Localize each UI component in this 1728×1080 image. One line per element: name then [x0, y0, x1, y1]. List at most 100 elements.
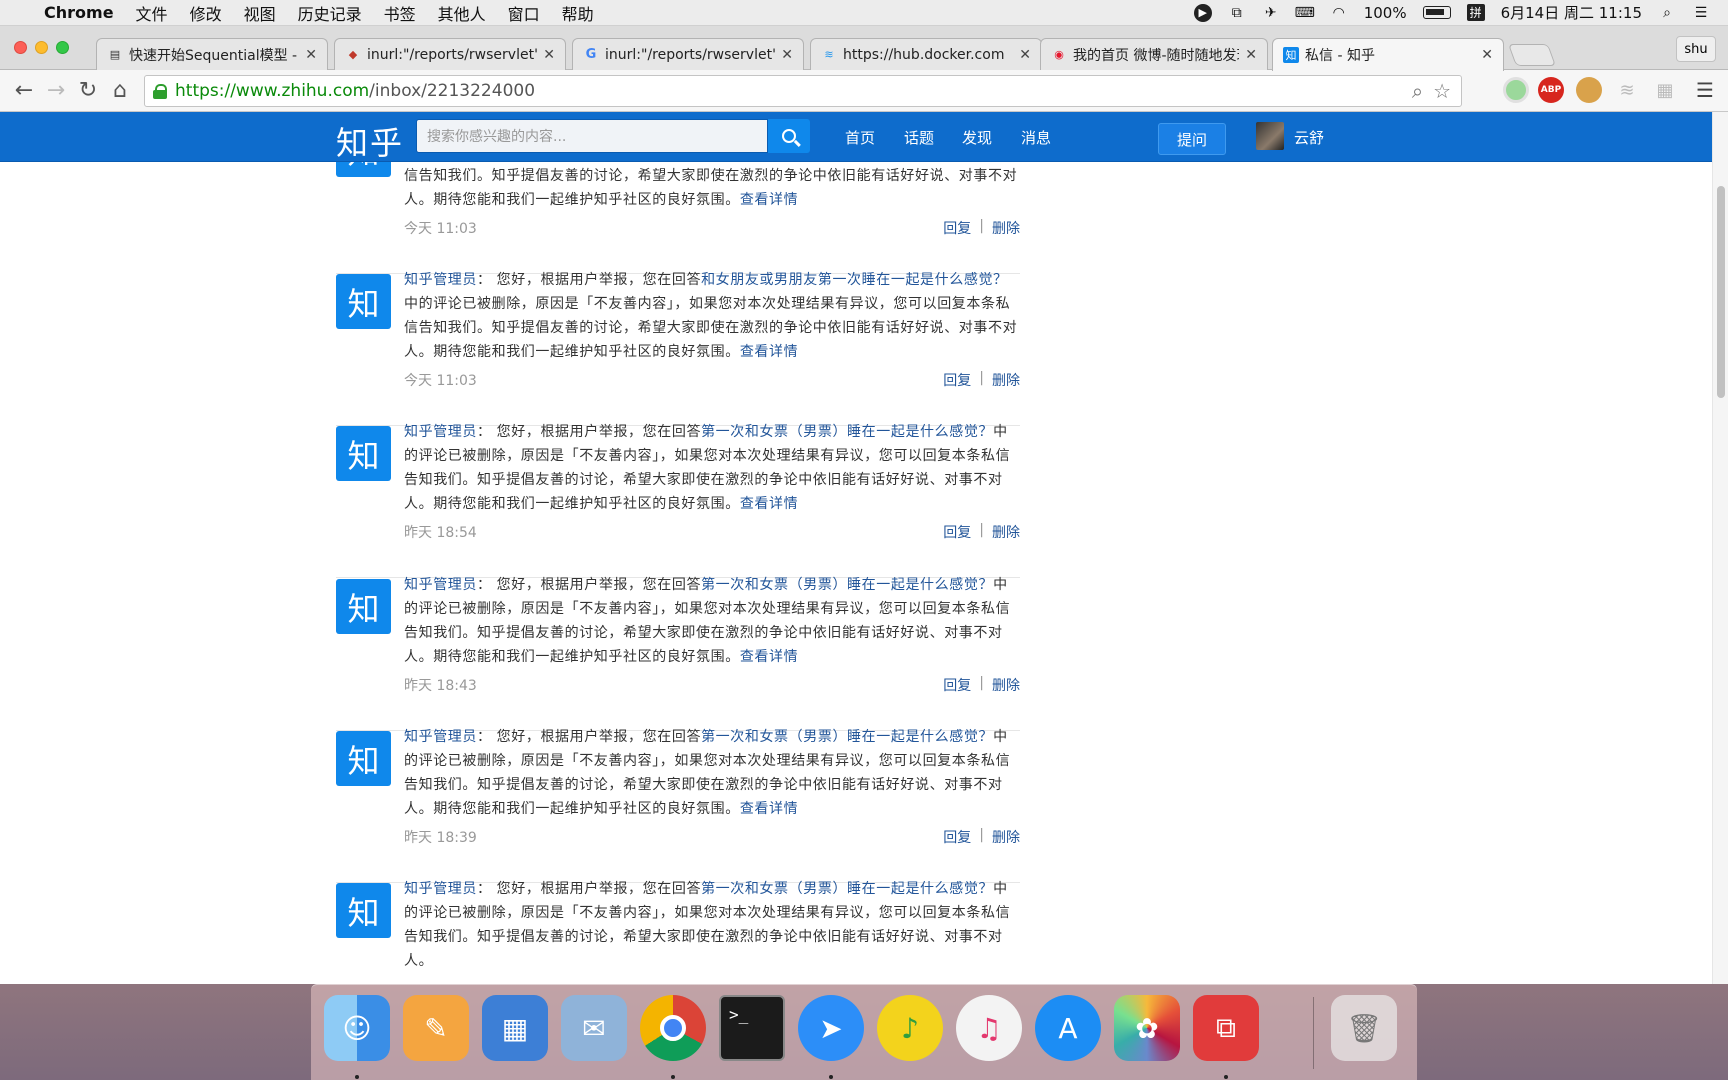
- wifi-icon[interactable]: ◠: [1330, 5, 1348, 21]
- question-link[interactable]: 第一次和女票（男票）睡在一起是什么感觉？: [701, 729, 993, 745]
- delete-link[interactable]: 删除: [992, 370, 1020, 390]
- sender-link[interactable]: 知乎管理员: [404, 424, 477, 440]
- chrome-icon[interactable]: [640, 995, 706, 1061]
- app-store-icon[interactable]: A: [1035, 995, 1101, 1061]
- delete-link[interactable]: 删除: [992, 827, 1020, 847]
- mail-icon[interactable]: ✉: [561, 995, 627, 1061]
- menu-people[interactable]: 其他人: [438, 1, 486, 25]
- bartender-icon[interactable]: ▶: [1193, 3, 1212, 22]
- reply-link[interactable]: 回复: [943, 827, 971, 847]
- scrollbar[interactable]: [1712, 112, 1728, 984]
- menu-bookmarks[interactable]: 书签: [384, 1, 416, 25]
- reply-link[interactable]: 回复: [943, 370, 971, 390]
- input-method-icon[interactable]: 拼: [1466, 4, 1485, 21]
- view-details-link[interactable]: 查看详情: [740, 649, 798, 665]
- avatar[interactable]: 知: [336, 883, 391, 938]
- new-tab-button[interactable]: [1507, 44, 1557, 66]
- close-tab-icon[interactable]: ✕: [781, 47, 793, 63]
- bookmark-star-icon[interactable]: ☆: [1433, 79, 1451, 103]
- close-tab-icon[interactable]: ✕: [1019, 47, 1031, 63]
- menu-file[interactable]: 文件: [136, 1, 168, 25]
- vmware-icon[interactable]: ⧉: [1193, 995, 1259, 1061]
- avatar[interactable]: 知: [336, 426, 391, 481]
- delete-link[interactable]: 删除: [992, 675, 1020, 695]
- itunes-icon[interactable]: ♫: [956, 995, 1022, 1061]
- close-tab-icon[interactable]: ✕: [1245, 47, 1257, 63]
- tab-shodan[interactable]: ◆ inurl:"/reports/rwservlet" in ✕: [334, 38, 566, 70]
- scrollbar-thumb[interactable]: [1717, 186, 1725, 398]
- reload-icon[interactable]: ↻: [72, 75, 104, 107]
- trash-icon[interactable]: 🗑: [1331, 995, 1397, 1061]
- paper-plane-icon[interactable]: ✈: [1262, 5, 1280, 21]
- close-tab-icon[interactable]: ✕: [543, 47, 555, 63]
- adblock-plus-icon[interactable]: ABP: [1538, 77, 1564, 103]
- clock[interactable]: 6月14日 周二 11:15: [1501, 2, 1642, 23]
- close-tab-icon[interactable]: ✕: [305, 47, 317, 63]
- menu-edit[interactable]: 修改: [190, 1, 222, 25]
- menu-view[interactable]: 视图: [244, 1, 276, 25]
- minimize-window-button[interactable]: [35, 41, 48, 54]
- view-details-link[interactable]: 查看详情: [740, 801, 798, 817]
- photos-icon[interactable]: ✿: [1114, 995, 1180, 1061]
- avatar[interactable]: [1256, 122, 1284, 150]
- spotlight-search-icon[interactable]: ⌕: [1658, 5, 1676, 21]
- delete-link[interactable]: 删除: [992, 218, 1020, 238]
- qq-music-icon[interactable]: ♪: [877, 995, 943, 1061]
- sender-link[interactable]: 知乎管理员: [404, 272, 477, 288]
- nav-messages[interactable]: 消息: [1021, 112, 1051, 162]
- close-tab-icon[interactable]: ✕: [1481, 47, 1493, 63]
- ask-question-button[interactable]: 提问: [1158, 123, 1226, 155]
- chrome-menu-icon[interactable]: ☰: [1692, 77, 1718, 103]
- sender-link[interactable]: 知乎管理员: [404, 881, 477, 897]
- finder-icon[interactable]: ☺: [324, 995, 390, 1061]
- delete-link[interactable]: 删除: [992, 522, 1020, 542]
- reply-link[interactable]: 回复: [943, 675, 971, 695]
- view-details-link[interactable]: 查看详情: [740, 496, 798, 512]
- view-details-link[interactable]: 查看详情: [740, 192, 798, 208]
- notification-center-icon[interactable]: ☰: [1692, 5, 1710, 21]
- home-icon[interactable]: ⌂: [104, 75, 136, 107]
- username[interactable]: 云舒: [1294, 112, 1324, 162]
- feishu-icon[interactable]: ➤: [798, 995, 864, 1061]
- extension-grid-icon[interactable]: ▦: [1652, 77, 1678, 103]
- cookie-icon[interactable]: [1576, 77, 1602, 103]
- search-button[interactable]: [768, 119, 810, 153]
- tab-google[interactable]: G inurl:"/reports/rwservlet" in ✕: [572, 38, 804, 70]
- rss-icon[interactable]: ≋: [1614, 77, 1640, 103]
- screen-share-icon[interactable]: ⧉: [1228, 5, 1246, 21]
- sender-link[interactable]: 知乎管理员: [404, 577, 477, 593]
- sender-link[interactable]: 知乎管理员: [404, 729, 477, 745]
- avatar[interactable]: 知: [336, 274, 391, 329]
- reply-link[interactable]: 回复: [943, 522, 971, 542]
- address-bar[interactable]: https://www.zhihu.com /inbox/2213224000 …: [144, 74, 1462, 107]
- nav-explore[interactable]: 发现: [962, 112, 992, 162]
- extension-green-dot-icon[interactable]: [1503, 77, 1529, 103]
- pages-icon[interactable]: ✎: [403, 995, 469, 1061]
- question-link[interactable]: 第一次和女票（男票）睡在一起是什么感觉？: [701, 424, 993, 440]
- nav-topics[interactable]: 话题: [904, 112, 934, 162]
- question-link[interactable]: 和女朋友或男朋友第一次睡在一起是什么感觉？: [701, 272, 1008, 288]
- zhihu-logo[interactable]: 知乎: [336, 118, 404, 164]
- tab-weibo[interactable]: ◉ 我的首页 微博-随时随地发现 ✕: [1040, 38, 1268, 70]
- keyboard-icon[interactable]: ⌨: [1295, 5, 1315, 21]
- menu-window[interactable]: 窗口: [508, 1, 540, 25]
- view-details-link[interactable]: 查看详情: [740, 344, 798, 360]
- menu-help[interactable]: 帮助: [562, 1, 594, 25]
- question-link[interactable]: 第一次和女票（男票）睡在一起是什么感觉？: [701, 577, 993, 593]
- avatar[interactable]: 知: [336, 579, 391, 634]
- tab-zhihu-inbox[interactable]: 知 私信 - 知乎 ✕: [1272, 38, 1504, 71]
- menu-history[interactable]: 历史记录: [298, 1, 362, 25]
- avatar[interactable]: 知: [336, 731, 391, 786]
- close-window-button[interactable]: [14, 41, 27, 54]
- nav-home[interactable]: 首页: [845, 112, 875, 162]
- profile-button[interactable]: shu: [1676, 36, 1716, 62]
- forward-arrow-icon[interactable]: →: [40, 75, 72, 107]
- terminal-icon[interactable]: >_: [719, 995, 785, 1061]
- battery-icon[interactable]: [1422, 6, 1451, 19]
- search-icon[interactable]: ⌕: [1412, 79, 1423, 103]
- app-menu-chrome[interactable]: Chrome: [44, 3, 114, 22]
- back-arrow-icon[interactable]: ←: [8, 75, 40, 107]
- keynote-icon[interactable]: ▦: [482, 995, 548, 1061]
- zoom-window-button[interactable]: [56, 41, 69, 54]
- search-input[interactable]: 搜索你感兴趣的内容...: [416, 119, 768, 153]
